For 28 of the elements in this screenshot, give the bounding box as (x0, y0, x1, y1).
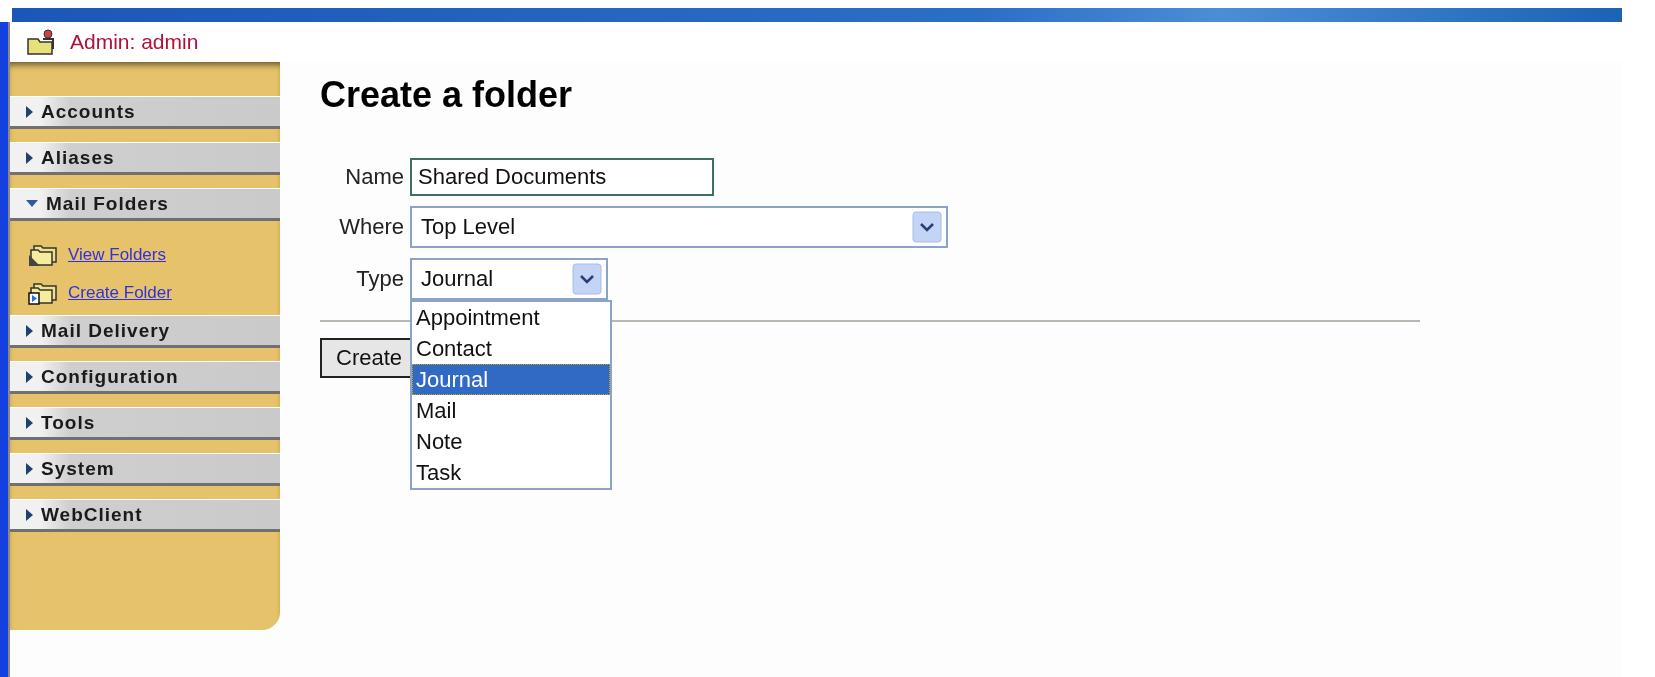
sidebar-item[interactable]: Configuration (10, 361, 280, 394)
name-field[interactable]: Shared Documents (410, 158, 714, 196)
caret-right-icon (26, 105, 33, 118)
field-label: Type (355, 266, 404, 292)
caret-right-icon (26, 370, 33, 383)
dropdown-select[interactable]: Top Level (410, 206, 948, 248)
sidebar-item[interactable]: WebClient (10, 499, 280, 532)
sidebar-item[interactable]: System (10, 453, 280, 486)
sidebar-item[interactable]: Accounts (10, 96, 280, 129)
caret-right-icon (26, 416, 33, 429)
caret-down-icon (26, 199, 38, 208)
caret-right-icon (26, 508, 33, 521)
page-heading: Create a folder (320, 74, 574, 116)
caret-right-icon (26, 151, 33, 164)
sidebar-item[interactable]: Mail Folders (10, 188, 280, 221)
field-label: Where (338, 214, 404, 240)
dropdown-option[interactable]: Journal (412, 364, 610, 395)
folder-add-icon (28, 280, 58, 306)
sidebar-item[interactable]: Mail Delivery (10, 315, 280, 348)
caret-right-icon (26, 324, 33, 337)
sidebar-item[interactable]: Tools (10, 407, 280, 440)
caret-right-icon (26, 462, 33, 475)
field-label: Name (344, 164, 404, 190)
sidebar-link[interactable]: Create Folder (68, 283, 172, 303)
sidebar-item[interactable]: Aliases (10, 142, 280, 175)
sidebar-link[interactable]: View Folders (68, 245, 166, 265)
folder-icon (28, 242, 58, 268)
admin-title: Admin: admin (70, 30, 199, 54)
